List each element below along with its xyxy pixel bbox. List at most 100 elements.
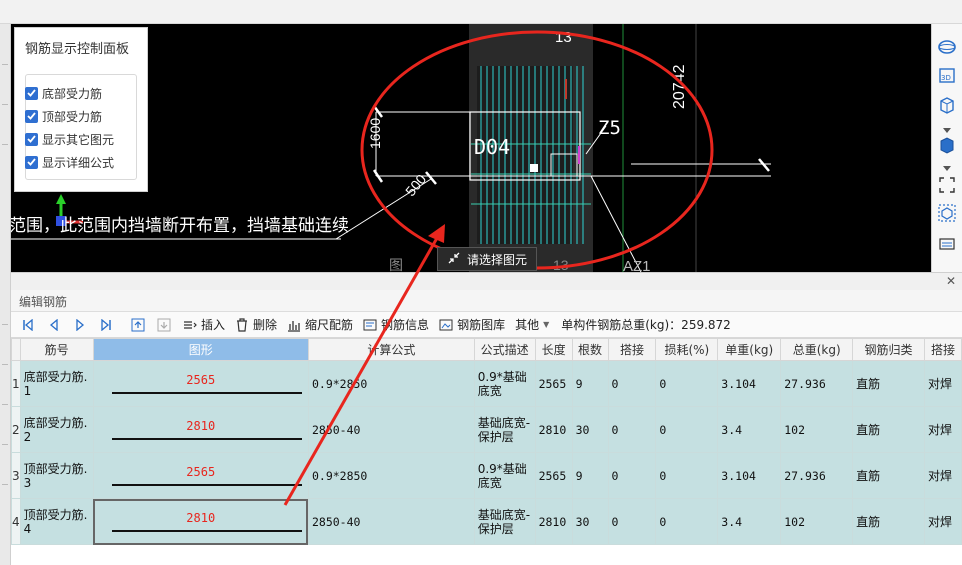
table-row[interactable]: 3 顶部受力筋.3 2565 0.9*2850 0.9*基础底宽 2565 9 0 0 3.104… (11, 452, 962, 499)
option-top-rebar[interactable]: 顶部受力筋 (25, 107, 102, 125)
lap-type-cell[interactable]: 对焊 (923, 406, 962, 453)
layers-icon[interactable] (935, 234, 959, 256)
other-menu-button[interactable]: 其他 ▼ (515, 316, 549, 333)
total-w-cell[interactable]: 102 (780, 406, 854, 453)
category-cell[interactable]: 直筋 (852, 360, 925, 407)
next-record-icon[interactable] (71, 316, 89, 334)
delete-button[interactable]: 删除 (235, 316, 277, 333)
count-cell[interactable]: 30 (571, 406, 609, 453)
checkbox-checked-icon[interactable] (25, 132, 38, 146)
lap-type-cell[interactable]: 对焊 (923, 360, 962, 407)
unit-w-cell[interactable]: 3.4 (717, 498, 782, 545)
length-cell[interactable]: 2810 (534, 498, 573, 545)
length-cell[interactable]: 2565 (534, 452, 573, 499)
unit-w-cell[interactable]: 3.104 (717, 452, 782, 499)
shape-cell[interactable]: 2810 (92, 498, 309, 545)
cube-icon[interactable] (935, 94, 959, 116)
shape-cell[interactable]: 2565 (92, 360, 309, 407)
count-cell[interactable]: 9 (571, 360, 609, 407)
insert-button[interactable]: 插入 (183, 316, 225, 333)
header-cell[interactable]: 公式描述 (473, 338, 536, 361)
cad-viewport[interactable]: 13 20742 D04 Z5 1600 500 AZ1 图 13 范围，此范围… (11, 24, 931, 272)
loss-cell[interactable]: 0 (655, 406, 719, 453)
length-cell[interactable]: 2565 (534, 360, 573, 407)
category-cell[interactable]: 直筋 (852, 452, 925, 499)
rebar-library-button[interactable]: 钢筋图库 (439, 316, 505, 333)
formula-cell[interactable]: 2850-40 (307, 406, 475, 453)
shape-length-label: 2565 (186, 465, 216, 479)
total-w-cell[interactable]: 27.936 (780, 360, 854, 407)
name-cell[interactable]: 底部受力筋.1 (19, 360, 94, 407)
table-row[interactable]: 1 底部受力筋.1 2565 0.9*2850 0.9*基础底宽 2565 9 0 0 3.104… (11, 360, 962, 407)
3d-view-icon[interactable]: 3D (935, 64, 959, 86)
table-row[interactable]: 2 底部受力筋.2 2810 2850-40 基础底宽-保护层 2810 30 0 0 3.4 10… (11, 406, 962, 453)
row-number[interactable]: 1 (11, 360, 21, 407)
category-cell[interactable]: 直筋 (852, 406, 925, 453)
row-number[interactable]: 3 (11, 452, 21, 499)
formula-cell[interactable]: 2850-40 (307, 498, 475, 545)
header-cell[interactable]: 计算公式 (307, 338, 475, 361)
checkbox-checked-icon[interactable] (25, 155, 38, 169)
hex-select-icon[interactable] (935, 202, 959, 224)
fit-frame-icon[interactable] (935, 174, 959, 196)
lap-type-cell[interactable]: 对焊 (923, 498, 962, 545)
lap-cell[interactable]: 0 (607, 360, 657, 407)
loss-cell[interactable]: 0 (655, 498, 719, 545)
sphere-icon[interactable] (935, 36, 959, 58)
category-cell[interactable]: 直筋 (852, 498, 925, 545)
prev-record-icon[interactable] (45, 316, 63, 334)
header-cell[interactable]: 搭接 (607, 338, 657, 361)
name-cell[interactable]: 顶部受力筋.3 (19, 452, 94, 499)
lap-type-cell[interactable]: 对焊 (923, 452, 962, 499)
name-cell[interactable]: 底部受力筋.2 (19, 406, 94, 453)
move-up-icon[interactable] (129, 316, 147, 334)
loss-cell[interactable]: 0 (655, 452, 719, 499)
checkbox-checked-icon[interactable] (25, 86, 38, 100)
scale-rebar-button[interactable]: 缩尺配筋 (287, 316, 353, 333)
name-cell[interactable]: 顶部受力筋.4 (19, 498, 94, 545)
lap-cell[interactable]: 0 (607, 406, 657, 453)
total-w-cell[interactable]: 102 (780, 498, 854, 545)
desc-cell[interactable]: 基础底宽-保护层 (473, 406, 536, 453)
label-az1: AZ1 (623, 258, 651, 272)
header-cell[interactable]: 损耗(%) (655, 338, 719, 361)
shape-cell[interactable]: 2565 (92, 452, 309, 499)
shape-cell[interactable]: 2810 (92, 406, 309, 453)
length-cell[interactable]: 2810 (534, 406, 573, 453)
table-row[interactable]: 4 顶部受力筋.4 2810 2850-40 基础底宽-保护层 2810 30 0 0 3.4 10… (11, 498, 962, 545)
header-cell[interactable]: 单重(kg) (717, 338, 782, 361)
unit-w-cell[interactable]: 3.4 (717, 406, 782, 453)
loss-cell[interactable]: 0 (655, 360, 719, 407)
last-record-icon[interactable] (97, 316, 115, 334)
lap-cell[interactable]: 0 (607, 452, 657, 499)
formula-cell[interactable]: 0.9*2850 (307, 452, 475, 499)
select-element-button[interactable]: 请选择图元 (437, 247, 537, 271)
header-cell[interactable]: 根数 (571, 338, 609, 361)
lap-cell[interactable]: 0 (607, 498, 657, 545)
option-other-elements[interactable]: 显示其它图元 (25, 130, 114, 148)
checkbox-checked-icon[interactable] (25, 109, 38, 123)
header-cell[interactable]: 图形 (92, 338, 309, 361)
count-cell[interactable]: 9 (571, 452, 609, 499)
header-cell[interactable]: 搭接 (923, 338, 962, 361)
formula-cell[interactable]: 0.9*2850 (307, 360, 475, 407)
header-cell[interactable]: 钢筋归类 (852, 338, 925, 361)
unit-w-cell[interactable]: 3.104 (717, 360, 782, 407)
header-cell[interactable]: 总重(kg) (780, 338, 854, 361)
count-cell[interactable]: 30 (571, 498, 609, 545)
row-number[interactable]: 2 (11, 406, 21, 453)
header-cell[interactable]: 长度 (534, 338, 573, 361)
move-down-icon[interactable] (155, 316, 173, 334)
total-w-cell[interactable]: 27.936 (780, 452, 854, 499)
rebar-info-button[interactable]: 钢筋信息 (363, 316, 429, 333)
solid-cube-icon[interactable] (935, 134, 959, 156)
first-record-icon[interactable] (19, 316, 37, 334)
header-cell[interactable]: 筋号 (19, 338, 94, 361)
close-icon[interactable]: ✕ (946, 274, 956, 288)
desc-cell[interactable]: 基础底宽-保护层 (473, 498, 536, 545)
row-number[interactable]: 4 (11, 498, 21, 545)
desc-cell[interactable]: 0.9*基础底宽 (473, 360, 536, 407)
option-detailed-formula[interactable]: 显示详细公式 (25, 153, 114, 171)
desc-cell[interactable]: 0.9*基础底宽 (473, 452, 536, 499)
option-bottom-rebar[interactable]: 底部受力筋 (25, 84, 102, 102)
